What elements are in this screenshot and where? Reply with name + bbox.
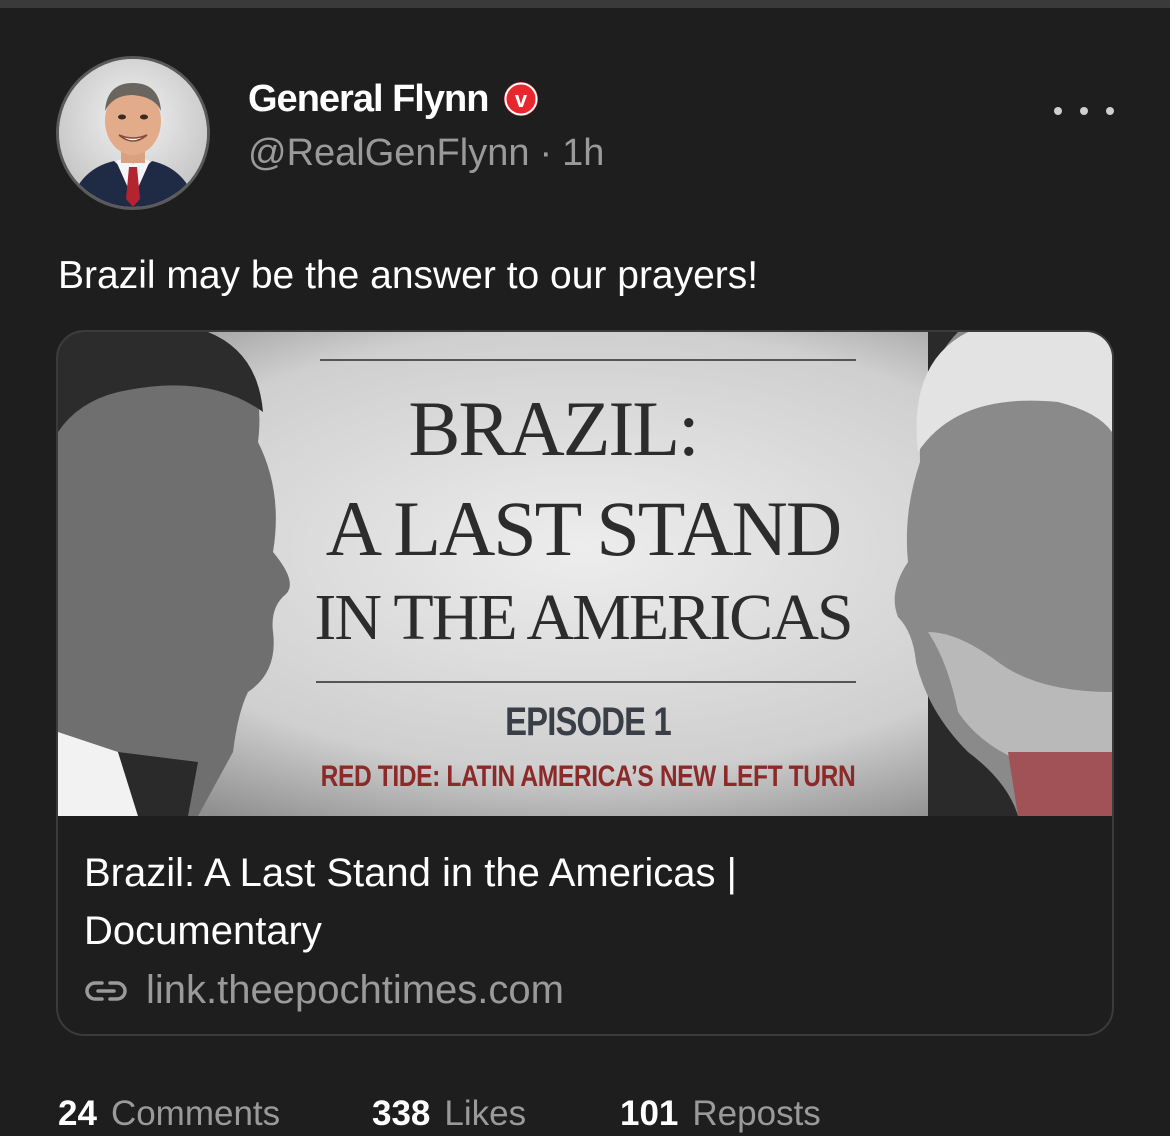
display-name-row: General Flynn v — [248, 74, 604, 124]
handle-separator: · — [539, 132, 553, 174]
link-card-domain: link.theepochtimes.com — [146, 968, 564, 1012]
more-options-icon — [1054, 107, 1062, 115]
avatar[interactable] — [56, 56, 210, 210]
likes-stat[interactable]: 338 Likes — [372, 1094, 620, 1134]
comments-stat[interactable]: 24 Comments — [58, 1094, 372, 1134]
post-time: 1h — [562, 132, 605, 174]
link-card-domain-row: link.theepochtimes.com — [84, 968, 564, 1013]
verified-badge-icon: v — [504, 82, 539, 116]
link-card-thumbnail: BRAZIL: A LAST STAND IN THE AMERICAS EPI… — [58, 332, 1112, 816]
likes-count: 338 — [372, 1094, 431, 1133]
thumbnail-subtitle: RED TIDE: LATIN AMERICA’S NEW LEFT TURN — [320, 760, 856, 793]
comments-count: 24 — [58, 1094, 97, 1133]
comments-label: Comments — [110, 1094, 281, 1133]
reposts-count: 101 — [620, 1094, 679, 1133]
more-options-icon-dot — [1080, 107, 1088, 115]
reposts-label: Reposts — [692, 1094, 821, 1133]
author-block: General Flynn v @RealGenFlynn · 1h — [248, 74, 604, 175]
post-text: Brazil may be the answer to our prayers! — [58, 254, 759, 297]
more-options-button[interactable] — [1054, 96, 1114, 126]
reposts-stat[interactable]: 101 Reposts — [620, 1094, 821, 1134]
handle[interactable]: @RealGenFlynn — [248, 132, 529, 175]
handle-row: @RealGenFlynn · 1h — [248, 132, 604, 175]
thumbnail-title-line1: BRAZIL: — [408, 385, 699, 472]
thumbnail-title-line3: IN THE AMERICAS — [314, 581, 853, 654]
link-card[interactable]: BRAZIL: A LAST STAND IN THE AMERICAS EPI… — [56, 330, 1114, 1036]
likes-label: Likes — [444, 1094, 527, 1133]
link-icon — [85, 980, 127, 1001]
stats-row: 24 Comments 338 Likes 101 Reposts — [58, 1094, 821, 1134]
post-header: General Flynn v @RealGenFlynn · 1h — [56, 56, 1114, 216]
display-name[interactable]: General Flynn — [248, 78, 489, 121]
more-options-icon-dot — [1106, 107, 1114, 115]
thumbnail-title-line2: A LAST STAND — [325, 485, 842, 572]
link-card-title[interactable]: Brazil: A Last Stand in the Americas | D… — [84, 844, 884, 960]
thumbnail-episode: EPISODE 1 — [505, 700, 672, 744]
top-divider — [0, 0, 1170, 8]
verified-badge-letter: v — [515, 87, 528, 112]
